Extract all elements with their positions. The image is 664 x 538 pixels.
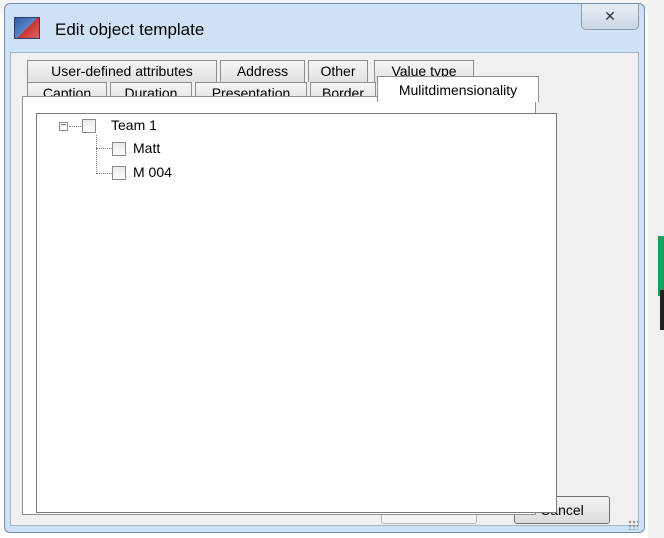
tree-connector [69, 126, 81, 127]
tree-node-checkbox[interactable] [112, 142, 126, 156]
tab-user-defined-attributes[interactable]: User-defined attributes [27, 60, 217, 82]
tree-node-label: M 004 [133, 164, 172, 180]
background-marker [658, 236, 664, 296]
background-marker-dark [660, 290, 664, 330]
tab-other[interactable]: Other [308, 60, 368, 82]
tree-connector [96, 173, 112, 174]
dialog-title: Edit object template [55, 20, 205, 39]
tree-node-checkbox[interactable] [112, 166, 126, 180]
tab-mulitdimensionality[interactable]: Mulitdimensionality [377, 76, 539, 102]
tree-node-label: Matt [133, 140, 161, 156]
tree-node-root-checkbox[interactable] [82, 119, 96, 133]
app-icon [14, 17, 40, 39]
tree-connector [96, 148, 112, 149]
tab-address[interactable]: Address [220, 60, 305, 82]
minus-expander-icon[interactable]: − [59, 121, 68, 131]
close-icon: ✕ [604, 8, 616, 24]
tree-node-root-label: Team 1 [111, 117, 157, 133]
background-app-edge [648, 0, 664, 538]
tree-connector [96, 135, 97, 174]
dimension-tree-view[interactable]: − Team 1 Matt M 004 [36, 113, 557, 513]
title-bar[interactable]: Edit object template ✕ [5, 4, 644, 52]
close-button[interactable]: ✕ [581, 4, 639, 30]
resize-grip-icon[interactable] [628, 520, 638, 530]
